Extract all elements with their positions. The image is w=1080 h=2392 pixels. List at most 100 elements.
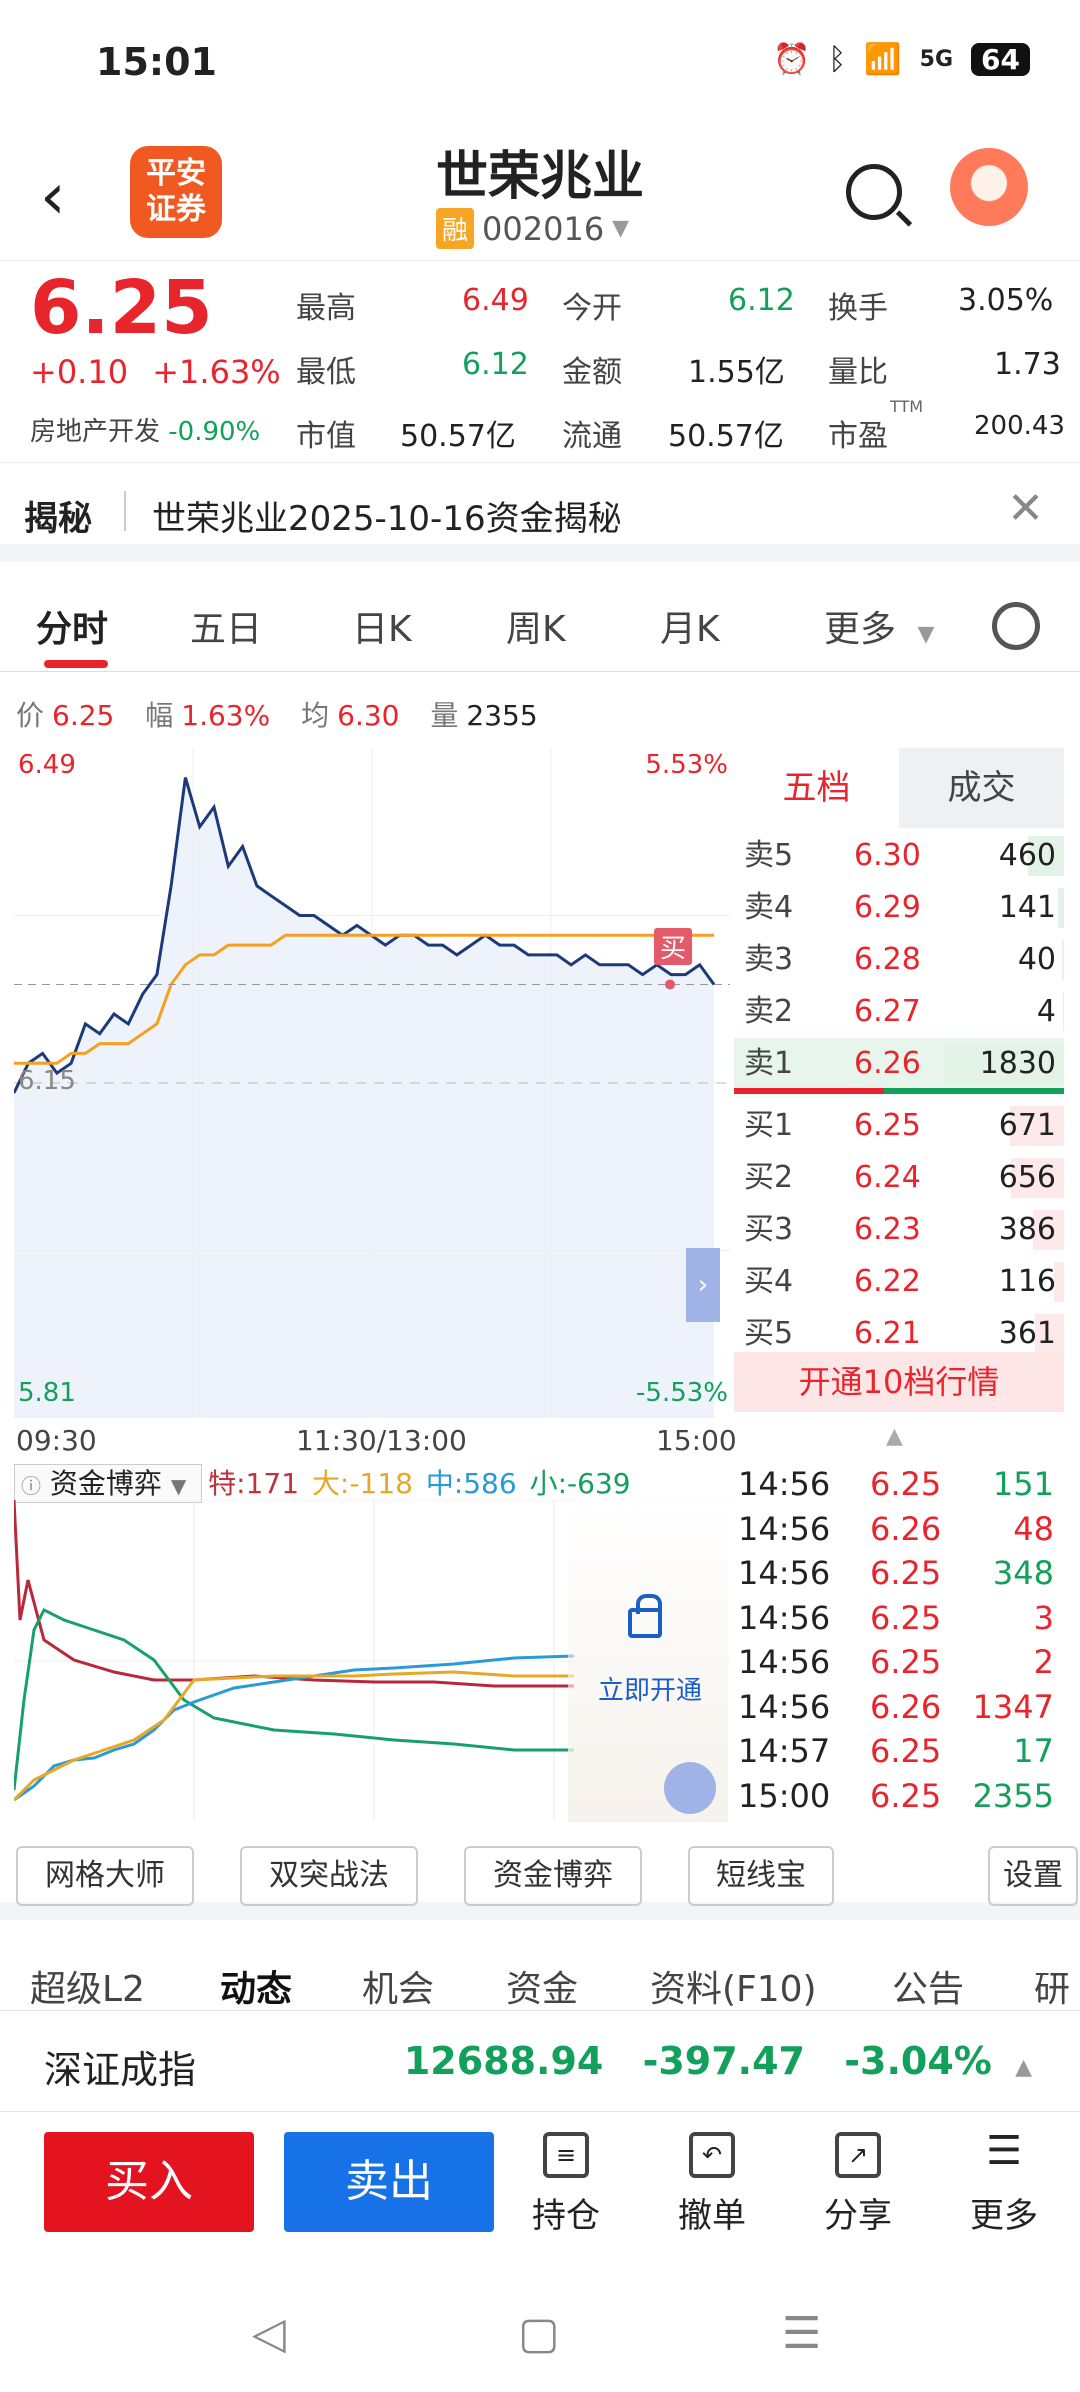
low-label: 最低 (296, 355, 356, 390)
tab-trades[interactable]: 成交 (899, 748, 1064, 828)
trade-volume: 2 (1033, 1643, 1054, 1681)
stock-code-row[interactable]: 融 002016 ▼ (436, 208, 629, 249)
buy-level-row[interactable]: 买1 6.25 671 (734, 1100, 1064, 1152)
clock: 15:01 (96, 40, 217, 84)
tab-research[interactable]: 研 (1034, 1960, 1070, 2010)
nav-recents-icon[interactable]: ☰ (782, 2308, 821, 2359)
tab-five-day[interactable]: 五日 (190, 600, 262, 652)
tab-weekly-k[interactable]: 周K (506, 600, 566, 652)
tab-super-l2[interactable]: 超级L2 (30, 1960, 145, 2010)
sector-info[interactable]: 房地产开发 -0.90% (30, 411, 260, 448)
trade-row: 14:56 6.25 2 (734, 1640, 1064, 1685)
last-price: 6.25 (30, 265, 213, 351)
level-label: 卖4 (744, 890, 794, 925)
reveal-banner[interactable]: 揭秘 世荣兆业2025-10-16资金揭秘 ✕ (0, 462, 1080, 562)
info-icon: ⓘ (21, 1474, 41, 1498)
tab-five-levels[interactable]: 五档 (734, 748, 899, 828)
flow-dropdown[interactable]: ⓘ 资金博弈 ▼ (14, 1464, 203, 1503)
trade-time: 14:56 (738, 1598, 831, 1637)
more-button[interactable]: ☰ 更多 (954, 2131, 1054, 2237)
action-bar: 买入 卖出 ≡ 持仓 ↶ 撤单 ↗ 分享 ☰ 更多 (0, 2112, 1080, 2272)
level-volume: 116 (998, 1264, 1056, 1299)
buy-level-row[interactable]: 买2 6.24 656 (734, 1152, 1064, 1204)
float-label: 流通 (562, 419, 622, 454)
index-name: 深证成指 (44, 2048, 197, 2092)
settings-button[interactable]: 设置 (988, 1846, 1078, 1906)
reveal-text: 世荣兆业2025-10-16资金揭秘 (152, 499, 622, 539)
trade-time: 14:56 (738, 1509, 831, 1548)
gear-icon[interactable] (992, 602, 1040, 650)
back-icon[interactable]: ‹ (40, 160, 66, 234)
trade-price: 6.26 (870, 1687, 942, 1726)
trade-price: 6.26 (870, 1509, 942, 1548)
flow-medium: 中:586 (425, 1467, 517, 1500)
trade-row: 14:56 6.26 1347 (734, 1685, 1064, 1730)
unlock-label: 立即开通 (598, 1676, 703, 1706)
holdings-button[interactable]: ≡ 持仓 (516, 2132, 616, 2237)
capital-game-button[interactable]: 资金博弈 (464, 1846, 642, 1906)
high-label: 最高 (296, 291, 356, 326)
share-label: 分享 (824, 2196, 892, 2236)
chevron-right-icon[interactable]: › (686, 1248, 720, 1322)
level-price: 6.26 (854, 1046, 921, 1081)
tab-opportunity[interactable]: 机会 (362, 1960, 434, 2010)
y-max-pct-label: 5.53% (645, 750, 728, 780)
reveal-tag: 揭秘 (24, 499, 92, 539)
buy-marker[interactable]: 买 (654, 928, 693, 965)
quote-amount: 金额 1.55亿 (562, 347, 785, 391)
share-button[interactable]: ↗ 分享 (808, 2132, 908, 2237)
flow-line-medium (13, 1654, 575, 1802)
sell-level-row[interactable]: 卖1 6.26 1830 (734, 1038, 1064, 1090)
level-price: 6.22 (854, 1264, 921, 1299)
double-breakout-button[interactable]: 双突战法 (240, 1846, 418, 1906)
nav-back-icon[interactable]: ◁ (252, 2308, 286, 2359)
buy-button[interactable]: 买入 (44, 2132, 254, 2232)
tab-intraday[interactable]: 分时 (36, 600, 108, 652)
grid-master-button[interactable]: 网格大师 (16, 1846, 194, 1906)
nav-home-icon[interactable]: ▢ (518, 2308, 560, 2359)
change-value: +0.10 (30, 353, 129, 391)
prev-close-label: 6.15 (18, 1066, 76, 1096)
sell-level-row[interactable]: 卖3 6.28 40 (734, 934, 1064, 986)
level-label: 买4 (744, 1264, 794, 1299)
trade-volume: 3 (1033, 1598, 1054, 1637)
close-icon[interactable]: ✕ (1007, 483, 1044, 534)
tab-f10[interactable]: 资料(F10) (650, 1960, 817, 2010)
float-value: 50.57亿 (668, 419, 784, 454)
tab-announcements[interactable]: 公告 (892, 1960, 964, 2010)
tab-more[interactable]: 更多 ▼ (824, 600, 934, 652)
buy-level-row[interactable]: 买4 6.22 116 (734, 1256, 1064, 1308)
range-value: 1.63% (181, 699, 271, 732)
trade-time: 14:56 (738, 1465, 831, 1503)
open-ten-levels-button[interactable]: 开通10档行情 (734, 1352, 1064, 1412)
trade-time: 14:56 (738, 1643, 831, 1681)
expand-icon[interactable] (664, 1762, 716, 1814)
chevron-up-icon[interactable]: ▲ (886, 1424, 903, 1449)
network-type: 5G (919, 47, 954, 72)
tab-indicator (44, 660, 108, 668)
trade-time: 15:00 (738, 1776, 831, 1815)
trade-price: 6.25 (870, 1776, 942, 1815)
sell-buy-bar-green (884, 1088, 1064, 1094)
sector-name: 房地产开发 (30, 417, 161, 447)
sell-button[interactable]: 卖出 (284, 2132, 494, 2232)
search-icon[interactable] (846, 164, 902, 220)
sell-level-row[interactable]: 卖5 6.30 460 (734, 830, 1064, 882)
tab-capital[interactable]: 资金 (506, 1960, 578, 2010)
low-value: 6.12 (462, 347, 529, 382)
cancel-order-button[interactable]: ↶ 撤单 (662, 2132, 762, 2237)
avatar[interactable] (950, 148, 1028, 226)
amount-value: 1.55亿 (688, 355, 785, 390)
order-book: 五档 成交 卖5 6.30 460 卖4 6.29 141 卖3 6.28 40 卖2 6.27 4 卖… (734, 748, 1064, 1418)
level-volume: 656 (998, 1160, 1056, 1195)
buy-level-row[interactable]: 买3 6.23 386 (734, 1204, 1064, 1256)
sell-level-row[interactable]: 卖4 6.29 141 (734, 882, 1064, 934)
volratio-label: 量比 (828, 355, 888, 390)
tab-daily-k[interactable]: 日K (352, 600, 412, 652)
tab-news[interactable]: 动态 (220, 1960, 292, 2010)
tab-monthly-k[interactable]: 月K (660, 600, 720, 652)
intraday-chart[interactable]: 6.49 5.53% 5.81 -5.53% 6.15 买 › (12, 748, 730, 1418)
sell-level-row[interactable]: 卖2 6.27 4 (734, 986, 1064, 1038)
short-term-button[interactable]: 短线宝 (688, 1846, 834, 1906)
index-ticker[interactable]: 深证成指 12688.94 -397.47 -3.04% ▲ (0, 2010, 1080, 2112)
